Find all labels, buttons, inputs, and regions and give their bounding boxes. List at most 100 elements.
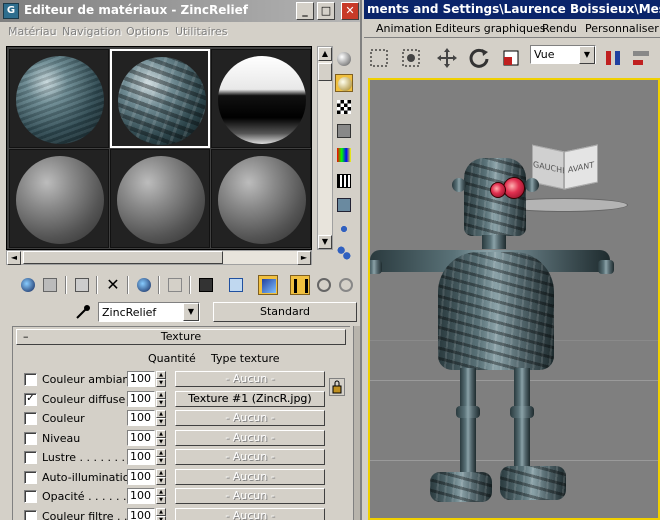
menu-navigation[interactable]: Navigation <box>62 25 121 38</box>
spinner-down-icon[interactable]: ▼ <box>156 418 166 426</box>
map-enable-checkbox[interactable] <box>24 470 37 484</box>
pick-from-object-button[interactable] <box>74 303 92 321</box>
put-material-button[interactable] <box>40 275 60 295</box>
map-enable-checkbox[interactable] <box>24 509 37 520</box>
pick-material-button[interactable] <box>336 275 356 295</box>
show-end-result-button[interactable] <box>258 275 278 295</box>
map-amount-field[interactable]: 100 <box>127 429 155 446</box>
amount-spinner[interactable]: ▲ ▼ <box>156 488 166 504</box>
sample-slot-4[interactable] <box>9 149 109 248</box>
map-enable-checkbox[interactable] <box>24 431 37 445</box>
map-enable-checkbox[interactable] <box>24 451 37 464</box>
scroll-right-icon[interactable]: ► <box>297 251 311 265</box>
options-button[interactable] <box>335 196 353 214</box>
amount-spinner[interactable]: ▲ ▼ <box>156 371 166 387</box>
mirror-button[interactable] <box>600 45 626 71</box>
make-unique-button[interactable] <box>134 275 154 295</box>
amount-spinner[interactable]: ▲ ▼ <box>156 390 166 407</box>
slots-horizontal-scrollbar[interactable]: ◄ ► <box>6 250 312 265</box>
map-amount-field[interactable]: 100 <box>127 410 155 426</box>
sample-slot-1[interactable] <box>9 49 109 148</box>
material-navigator-button[interactable] <box>335 244 353 262</box>
material-type-button[interactable]: Standard <box>213 302 357 322</box>
background-button[interactable] <box>335 98 353 116</box>
material-editor-titlebar[interactable]: G Editeur de matériaux - ZincRelief _ □ … <box>0 0 360 22</box>
close-button[interactable]: ✕ <box>341 2 359 20</box>
spinner-up-icon[interactable]: ▲ <box>156 468 166 477</box>
make-preview-button[interactable] <box>335 172 353 190</box>
menu-rendu[interactable]: Rendu <box>542 22 577 35</box>
amount-spinner[interactable]: ▲ ▼ <box>156 449 166 465</box>
amount-spinner[interactable]: ▲ ▼ <box>156 468 166 485</box>
chevron-down-icon[interactable]: ▼ <box>183 303 199 321</box>
get-material-button[interactable] <box>18 275 38 295</box>
reset-map-button[interactable]: ✕ <box>103 275 123 295</box>
spinner-down-icon[interactable]: ▼ <box>156 398 166 407</box>
sample-slot-2-active[interactable] <box>110 49 210 148</box>
select-region-button[interactable] <box>366 45 392 71</box>
map-enable-checkbox[interactable] <box>24 412 37 425</box>
amount-spinner[interactable]: ▲ ▼ <box>156 429 166 446</box>
show-map-in-viewport-button[interactable] <box>226 275 246 295</box>
perspective-viewport[interactable]: GAUCHE AVANT <box>368 78 660 520</box>
scroll-thumb[interactable] <box>23 251 223 264</box>
scale-button[interactable] <box>498 45 524 71</box>
sample-slot-5[interactable] <box>110 149 210 248</box>
map-amount-field[interactable]: 100 <box>127 449 155 465</box>
menu-utilitaires[interactable]: Utilitaires <box>175 25 227 38</box>
menu-personnaliser[interactable]: Personnaliser <box>585 22 659 35</box>
go-to-parent-button[interactable] <box>290 275 310 295</box>
spinner-up-icon[interactable]: ▲ <box>156 449 166 457</box>
material-effects-channel-button[interactable] <box>196 275 216 295</box>
map-amount-field[interactable]: 100 <box>127 507 155 520</box>
spinner-up-icon[interactable]: ▲ <box>156 390 166 399</box>
map-enable-checkbox[interactable] <box>24 490 37 503</box>
map-enable-checkbox[interactable] <box>24 373 37 386</box>
sample-slot-3[interactable] <box>211 49 311 148</box>
scroll-thumb[interactable] <box>318 63 332 81</box>
map-slot-button[interactable]: - Aucun - <box>175 468 325 485</box>
reference-coordinate-combo[interactable]: Vue ▼ <box>530 45 596 64</box>
window-crossing-button[interactable] <box>398 45 424 71</box>
align-button[interactable] <box>628 45 654 71</box>
spinner-up-icon[interactable]: ▲ <box>156 429 166 438</box>
amount-spinner[interactable]: ▲ ▼ <box>156 507 166 520</box>
map-slot-button[interactable]: - Aucun - <box>175 371 325 387</box>
map-slot-button[interactable]: - Aucun - <box>175 429 325 446</box>
put-to-library-button[interactable] <box>165 275 185 295</box>
menu-animation[interactable]: Animation <box>376 22 432 35</box>
menu-editeurs-graphiques[interactable]: Editeurs graphiques <box>435 22 546 35</box>
spinner-down-icon[interactable]: ▼ <box>156 437 166 446</box>
map-slot-button[interactable]: - Aucun - <box>175 488 325 504</box>
go-forward-to-sibling-button[interactable] <box>314 275 334 295</box>
menu-materiau[interactable]: Matériau <box>8 25 57 38</box>
spinner-down-icon[interactable]: ▼ <box>156 515 166 520</box>
map-enable-checkbox[interactable]: ✓ <box>24 392 37 406</box>
scroll-down-icon[interactable]: ▼ <box>318 235 332 249</box>
spinner-up-icon[interactable]: ▲ <box>156 488 166 496</box>
maximize-button[interactable]: □ <box>317 2 335 20</box>
minimize-button[interactable]: _ <box>296 2 314 20</box>
spinner-up-icon[interactable]: ▲ <box>156 507 166 516</box>
rotate-button[interactable] <box>466 45 492 71</box>
sample-uv-tiling-button[interactable] <box>335 122 353 140</box>
scroll-up-icon[interactable]: ▲ <box>318 47 332 61</box>
slots-vertical-scrollbar[interactable]: ▲ ▼ <box>317 46 333 250</box>
material-name-combo[interactable]: ZincRelief ▼ <box>98 302 200 322</box>
amount-spinner[interactable]: ▲ ▼ <box>156 410 166 426</box>
assign-material-button[interactable] <box>72 275 92 295</box>
map-amount-field[interactable]: 100 <box>127 371 155 387</box>
menu-options[interactable]: Options <box>126 25 168 38</box>
video-color-check-button[interactable] <box>335 146 353 164</box>
spinner-down-icon[interactable]: ▼ <box>156 496 166 504</box>
map-slot-button[interactable]: - Aucun - <box>175 410 325 426</box>
map-slot-button[interactable]: - Aucun - <box>175 507 325 520</box>
map-slot-button[interactable]: - Aucun - <box>175 449 325 465</box>
move-button[interactable] <box>434 45 460 71</box>
lock-button[interactable] <box>329 378 345 396</box>
spinner-down-icon[interactable]: ▼ <box>156 457 166 465</box>
chevron-down-icon[interactable]: ▼ <box>579 46 595 64</box>
spinner-down-icon[interactable]: ▼ <box>156 476 166 485</box>
select-by-material-button[interactable] <box>335 220 353 238</box>
scroll-left-icon[interactable]: ◄ <box>7 251 21 265</box>
